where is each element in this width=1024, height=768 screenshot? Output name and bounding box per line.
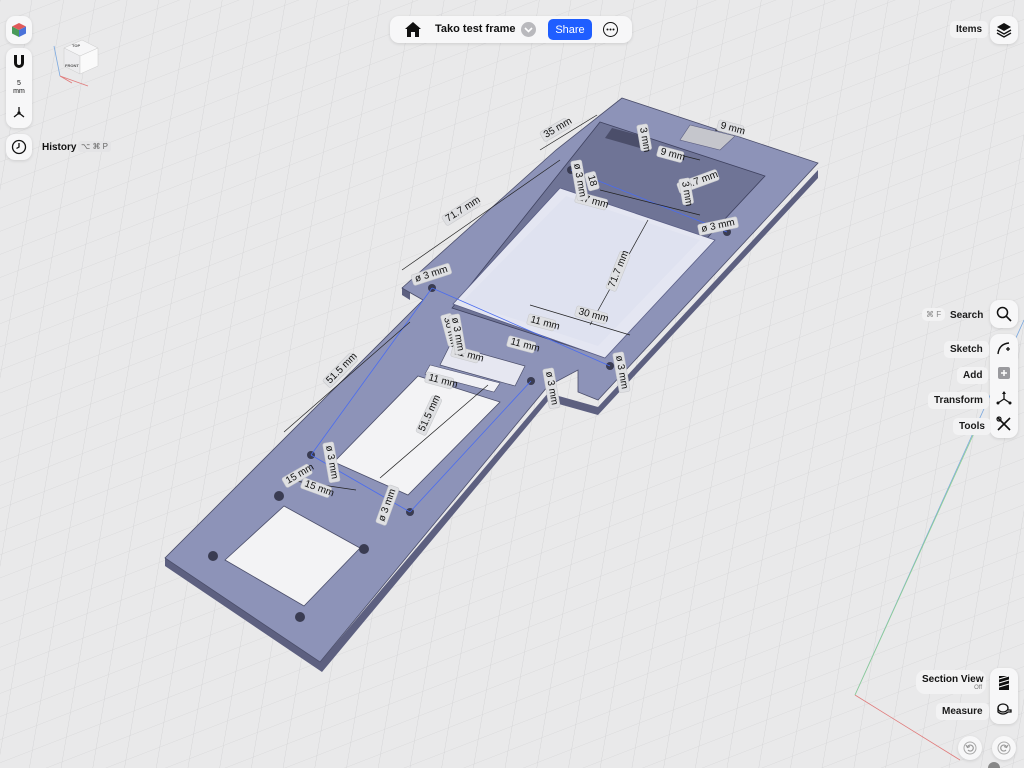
items-label[interactable]: Items: [950, 21, 989, 38]
redo-icon: [997, 741, 1011, 760]
add-icon[interactable]: [992, 361, 1016, 385]
history-button-panel[interactable]: [6, 134, 32, 160]
search-button[interactable]: [990, 300, 1018, 328]
magnet-icon[interactable]: [12, 54, 26, 75]
search-shortcut: ⌘ F: [922, 308, 946, 321]
home-icon[interactable]: [404, 21, 422, 38]
units-value[interactable]: 5: [6, 80, 32, 87]
app-cube-icon[interactable]: [11, 22, 27, 43]
view-cube[interactable]: TOP FRONT: [52, 36, 102, 88]
document-title[interactable]: Tako test frame: [435, 23, 516, 35]
scroll-indicator[interactable]: [988, 762, 1000, 768]
document-bar: Tako test frame Share: [390, 16, 632, 43]
measure-label[interactable]: Measure: [936, 703, 989, 720]
undo-icon: [963, 741, 977, 760]
mount-hole: [274, 491, 284, 501]
view-cube-front-label[interactable]: FRONT: [65, 63, 79, 68]
undo-button[interactable]: [958, 736, 982, 760]
axis-triad-icon[interactable]: [12, 105, 26, 124]
section-view-icon[interactable]: [992, 671, 1016, 695]
app-icon-panel: [6, 16, 32, 44]
add-label[interactable]: Add: [957, 367, 989, 384]
mount-hole: [208, 551, 218, 561]
section-view-state: Off: [974, 685, 982, 691]
clock-icon[interactable]: [11, 139, 27, 160]
more-options-icon[interactable]: [603, 22, 618, 37]
search-label[interactable]: Search: [944, 307, 989, 324]
history-shortcut: ⌥ ⌘ P: [78, 141, 111, 152]
view-cube-top-label[interactable]: TOP: [72, 43, 80, 48]
tools-label[interactable]: Tools: [953, 418, 991, 435]
sketch-icon[interactable]: [992, 336, 1016, 360]
tools-icon[interactable]: [992, 412, 1016, 436]
redo-button[interactable]: [992, 736, 1016, 760]
chevron-down-icon[interactable]: [521, 22, 536, 37]
mount-hole: [295, 612, 305, 622]
share-button[interactable]: Share: [548, 19, 592, 40]
section-view-label: Section View: [922, 674, 984, 685]
transform-icon[interactable]: [992, 386, 1016, 410]
search-icon: [996, 306, 1012, 327]
mount-hole: [359, 544, 369, 554]
section-view-label-panel[interactable]: Section View Off: [916, 670, 986, 694]
layers-icon: [996, 22, 1012, 43]
model-viewport[interactable]: 9 mm 35 mm 71.7 mm 9 mm 15.7 mm 27 mm 18…: [0, 0, 1024, 768]
sketch-label[interactable]: Sketch: [944, 341, 989, 358]
transform-label[interactable]: Transform: [928, 392, 989, 409]
items-button[interactable]: [990, 16, 1018, 44]
snap-panel: 5 mm: [6, 48, 32, 128]
measure-icon[interactable]: [992, 697, 1016, 721]
history-label[interactable]: History: [42, 142, 76, 153]
units-label: mm: [13, 88, 25, 95]
